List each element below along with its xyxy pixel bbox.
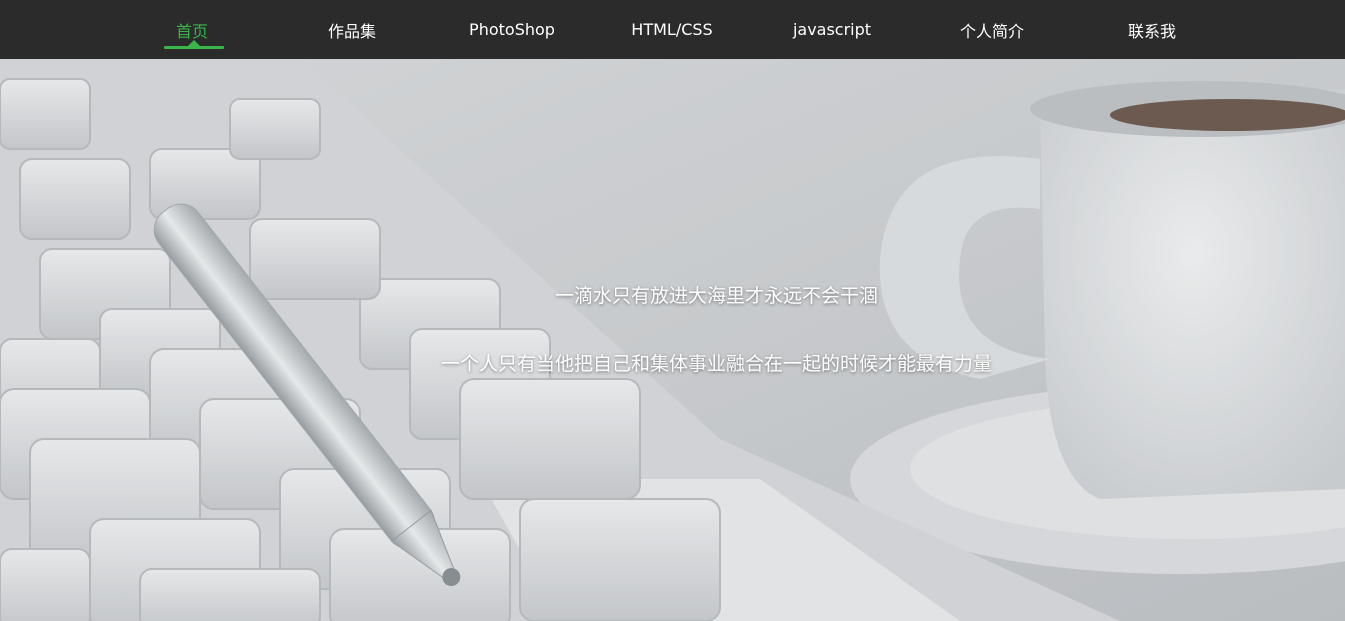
nav-item-label: 首页 bbox=[175, 21, 208, 41]
nav-item-label: 联系我 bbox=[1127, 21, 1176, 41]
hero-background-image bbox=[0, 59, 1345, 621]
hero-banner: 一滴水只有放进大海里才永远不会干涸 一个人只有当他把自己和集体事业融合在一起的时… bbox=[0, 59, 1345, 621]
nav-item-label: PhotoShop bbox=[469, 20, 555, 39]
nav-item-photoshop[interactable]: PhotoShop bbox=[432, 0, 592, 59]
hero-slogan-line-1: 一滴水只有放进大海里才永远不会干涸 bbox=[554, 285, 878, 307]
nav-menu: 首页 作品集 PhotoShop HTML/CSS javascript 个人简… bbox=[112, 0, 1232, 59]
nav-item-label: 作品集 bbox=[327, 21, 376, 41]
nav-item-html-css[interactable]: HTML/CSS bbox=[592, 0, 752, 59]
nav-item-label: javascript bbox=[792, 20, 872, 39]
nav-item-javascript[interactable]: javascript bbox=[752, 0, 912, 59]
nav-item-label: HTML/CSS bbox=[631, 20, 713, 39]
nav-item-portfolio[interactable]: 作品集 bbox=[272, 0, 432, 59]
top-navigation-bar: 首页 作品集 PhotoShop HTML/CSS javascript 个人简… bbox=[0, 0, 1345, 59]
hero-slogan-line-2: 一个人只有当他把自己和集体事业融合在一起的时候才能最有力量 bbox=[440, 353, 992, 375]
nav-item-home[interactable]: 首页 bbox=[112, 0, 272, 59]
nav-item-profile[interactable]: 个人简介 bbox=[912, 0, 1072, 59]
nav-item-contact[interactable]: 联系我 bbox=[1072, 0, 1232, 59]
nav-item-label: 个人简介 bbox=[959, 21, 1024, 41]
